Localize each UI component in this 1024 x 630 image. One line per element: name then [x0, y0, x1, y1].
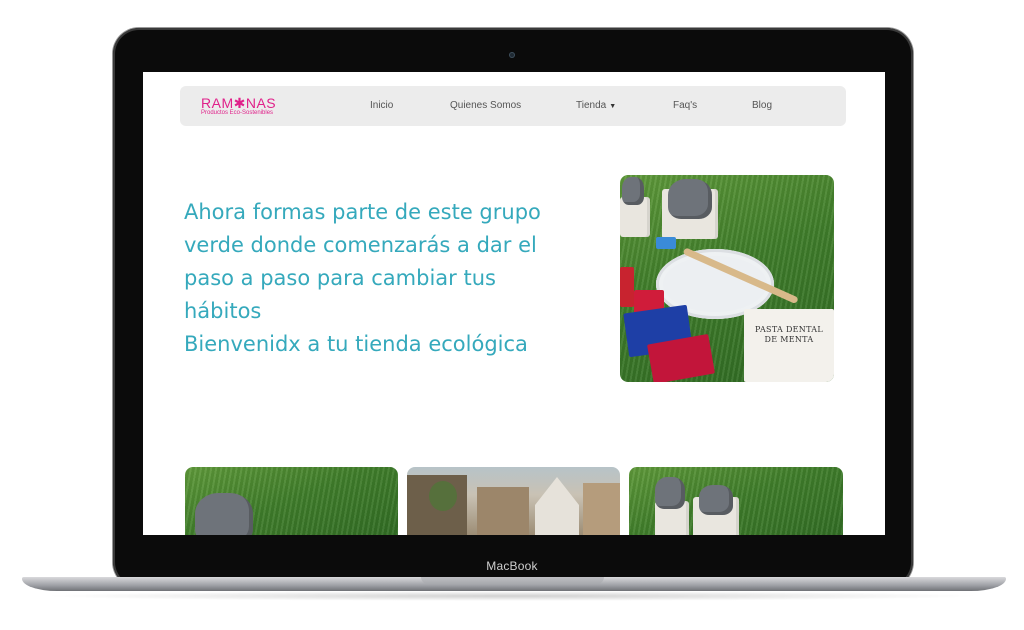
gallery-photo-2[interactable] — [407, 467, 620, 535]
site-navbar: RAM✱NAS Productos Eco-Sostenibles Inicio… — [180, 86, 846, 126]
hero-line: Bienvenidx a tu tienda ecológica — [184, 332, 528, 356]
logo-wordmark: RAM✱NAS — [201, 95, 277, 111]
gallery-photo-1[interactable] — [185, 467, 398, 535]
product-box-label: PASTA DENTAL DE MENTA — [744, 309, 834, 382]
nav-item-faqs[interactable]: Faq's — [673, 100, 697, 111]
nav-item-tienda[interactable]: Tienda ▼ — [576, 100, 616, 111]
site-logo[interactable]: RAM✱NAS Productos Eco-Sostenibles — [201, 96, 276, 117]
hero-line: paso a paso para cambiar tus — [184, 266, 496, 290]
gallery-photo-3[interactable] — [629, 467, 843, 535]
logo-tagline: Productos Eco-Sostenibles — [201, 110, 274, 116]
hero-product-photo: PASTA DENTAL DE MENTA — [620, 175, 834, 382]
hero-line: verde donde comenzarás a dar el — [184, 233, 537, 257]
nav-item-inicio[interactable]: Inicio — [370, 100, 393, 111]
hero-heading: Ahora formas parte de este grupo verde d… — [184, 196, 584, 361]
nav-item-tienda-label: Tienda — [576, 100, 607, 111]
device-brand-label: MacBook — [486, 559, 538, 573]
laptop-screen: RAM✱NAS Productos Eco-Sostenibles Inicio… — [143, 72, 885, 535]
nav-item-quienes-somos[interactable]: Quienes Somos — [450, 100, 521, 111]
product-box-line: DE MENTA — [764, 335, 814, 344]
laptop-notch — [421, 577, 604, 584]
nav-item-blog[interactable]: Blog — [752, 100, 772, 111]
caret-down-icon: ▼ — [609, 103, 617, 110]
webcam-icon — [509, 52, 515, 58]
hero-line: Ahora formas parte de este grupo — [184, 200, 541, 224]
product-box-line: PASTA DENTAL — [755, 325, 823, 334]
laptop-shadow — [40, 591, 984, 601]
hero-line: hábitos — [184, 299, 262, 323]
